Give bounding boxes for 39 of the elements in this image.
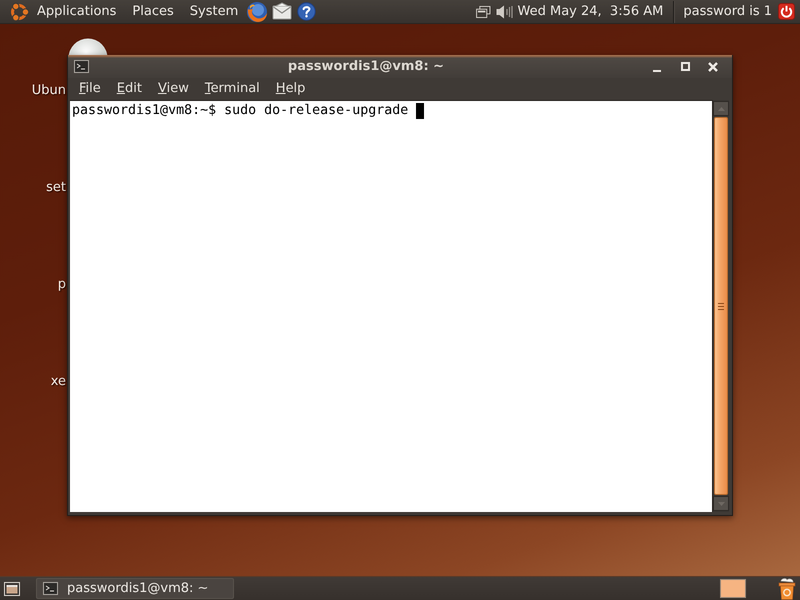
menu-item[interactable]: Edit (108, 80, 150, 98)
terminal-line: passwordis1@vm8:~$ sudo do-release-upgrade (72, 103, 408, 119)
scroll-down-button[interactable] (713, 496, 729, 511)
grip-icon (718, 302, 724, 310)
envelope-icon[interactable] (272, 2, 292, 22)
menu-item[interactable]: Terminal (196, 80, 268, 98)
workspace-switcher[interactable] (720, 579, 746, 598)
speaker-icon[interactable] (496, 4, 512, 18)
desktop-icon-label[interactable]: set (46, 180, 66, 196)
stacked-windows-icon[interactable] (476, 6, 490, 18)
terminal-icon (43, 582, 58, 595)
panel-menu[interactable]: Places (132, 2, 174, 20)
terminal-icon[interactable] (74, 60, 89, 73)
desktop-icon-label[interactable]: p (58, 277, 66, 293)
close-icon (708, 62, 718, 72)
window-title: passwordis1@vm8: ~ (288, 58, 444, 74)
logo-icon[interactable] (8, 0, 30, 22)
desktop-icon-label[interactable]: Ubun (32, 83, 66, 99)
menu-item[interactable]: View (150, 80, 197, 98)
minimize-icon (653, 70, 661, 72)
clock[interactable]: Wed May 24, 3:56 AM (518, 2, 664, 20)
text-cursor (416, 103, 424, 119)
scroll-up-button[interactable] (713, 101, 729, 116)
globe-icon[interactable] (246, 0, 268, 22)
user-menu[interactable]: password is 1 (683, 2, 772, 20)
menu-item[interactable]: File (71, 80, 109, 98)
taskbar-button[interactable]: passwordis1@vm8: ~ (36, 578, 234, 599)
trash-icon[interactable] (778, 578, 796, 600)
maximize-icon (680, 62, 690, 71)
desktop-icon-label[interactable]: xe (50, 374, 66, 390)
scrollbar[interactable] (712, 100, 729, 512)
help-icon[interactable] (297, 2, 316, 21)
show-desktop-icon[interactable] (4, 582, 20, 596)
panel-menu[interactable]: Applications (37, 2, 116, 20)
menu-item[interactable]: Help (268, 80, 314, 98)
terminal-area[interactable]: passwordis1@vm8:~$ sudo do-release-upgrade (70, 100, 712, 512)
panel-menu[interactable]: System (190, 2, 238, 20)
scrollbar-thumb[interactable] (714, 117, 728, 495)
power-icon[interactable] (778, 3, 795, 20)
